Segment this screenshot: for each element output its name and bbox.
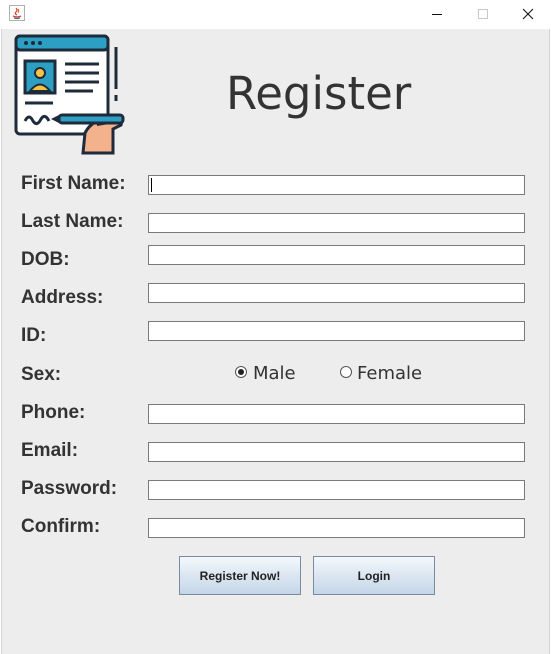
register-now-button[interactable]: Register Now! [179,556,301,595]
maximize-button[interactable] [460,0,506,28]
first-name-field[interactable] [148,175,525,195]
phone-field[interactable] [148,404,525,424]
title-bar [0,0,551,28]
address-field[interactable] [148,283,525,303]
minimize-button[interactable] [414,0,460,28]
java-app-icon [9,5,25,21]
email-field[interactable] [148,442,525,462]
female-radio-label[interactable]: Female [357,362,422,386]
email-label: Email: [21,440,79,461]
id-field[interactable] [148,321,525,341]
first-name-label: First Name: [21,173,126,194]
dob-label: DOB: [21,249,70,270]
male-radio-label[interactable]: Male [253,362,296,386]
confirm-label: Confirm: [21,516,101,537]
maximize-icon [478,9,488,19]
register-window: Register First Name: Last Name: DOB: Add… [0,0,551,654]
female-radio[interactable] [340,366,352,378]
last-name-label: Last Name: [21,211,124,232]
text-cursor [151,178,152,192]
dob-field[interactable] [148,245,525,265]
last-name-field[interactable] [148,213,525,233]
login-button[interactable]: Login [313,556,435,595]
minimize-icon [432,14,442,15]
id-label: ID: [21,325,47,346]
confirm-password-field[interactable] [148,518,525,538]
sex-label: Sex: [21,364,62,385]
close-button[interactable] [505,0,551,28]
page-title: Register [226,67,412,120]
phone-label: Phone: [21,402,86,423]
address-label: Address: [21,287,104,308]
password-field[interactable] [148,480,525,500]
password-label: Password: [21,478,118,499]
male-radio[interactable] [235,366,247,378]
close-icon [522,8,534,20]
registration-document-icon [14,34,125,155]
